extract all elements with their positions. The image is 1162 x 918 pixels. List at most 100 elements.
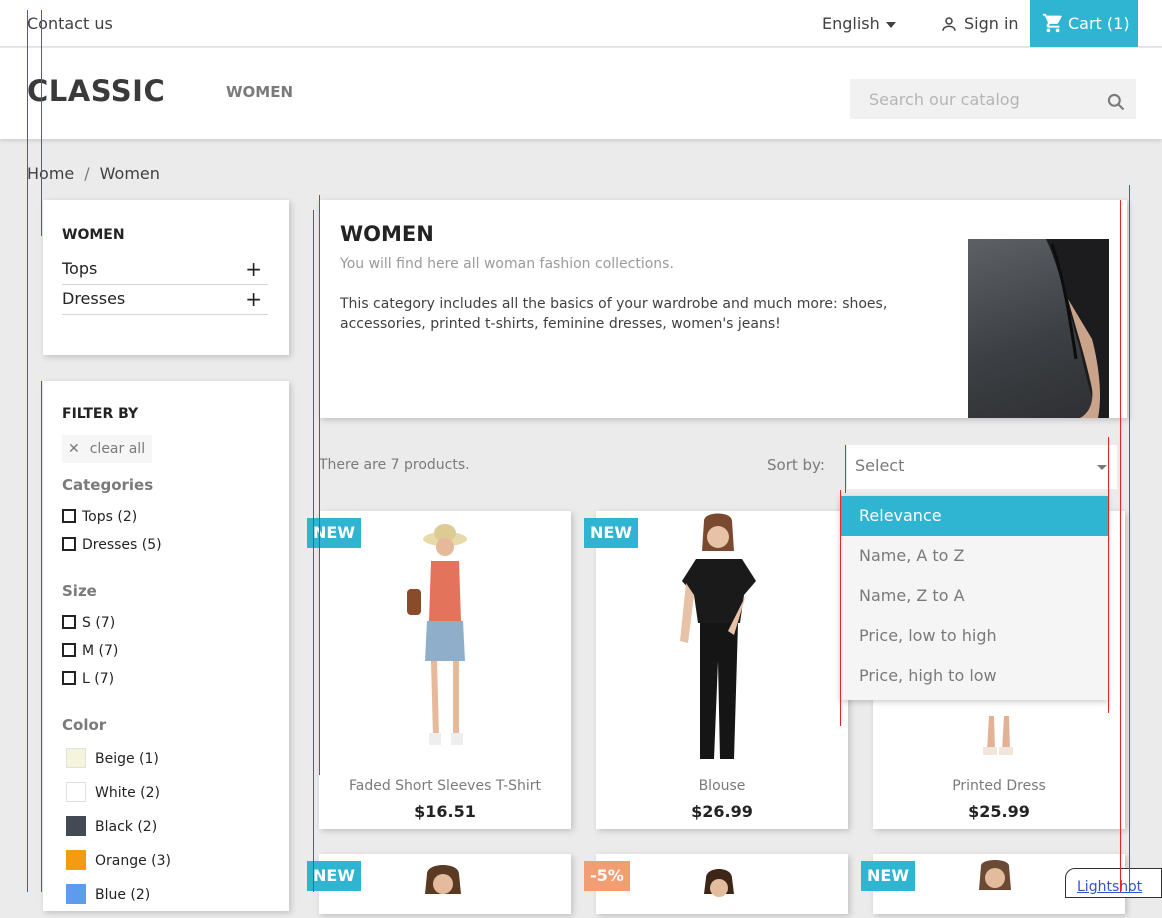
checkbox[interactable] — [62, 509, 76, 523]
guide-line — [313, 210, 314, 892]
breadcrumb-home[interactable]: Home — [27, 164, 74, 183]
category-cover-image — [968, 239, 1109, 418]
close-icon: ✕ — [68, 441, 80, 457]
product-card[interactable]: -5% — [584, 854, 848, 914]
facet-option-label: White (2) — [95, 785, 160, 801]
new-badge: NEW — [307, 518, 361, 548]
facet-option-label: M (7) — [82, 643, 119, 659]
facet-option-size-m[interactable]: M (7) — [62, 643, 118, 659]
language-label: English — [822, 14, 880, 33]
user-icon — [942, 17, 956, 31]
sort-select[interactable]: Select — [847, 445, 1117, 489]
product-price: $16.51 — [414, 802, 476, 821]
color-swatch[interactable] — [66, 884, 86, 904]
language-selector[interactable]: English — [822, 14, 896, 33]
product-card[interactable]: NEW — [307, 854, 571, 914]
category-item-label: Tops — [62, 259, 98, 278]
facet-option-label: L (7) — [82, 671, 115, 687]
facet-option-label: Beige (1) — [95, 751, 159, 767]
category-description: This category includes all the basics of… — [340, 296, 888, 332]
product-price: $25.99 — [968, 802, 1030, 821]
category-title: WOMEN — [340, 222, 434, 246]
checkbox[interactable] — [62, 671, 76, 685]
product-card[interactable]: NEW Faded Short Sleeves T-Shirt $16.51 — [307, 511, 571, 829]
color-swatch[interactable] — [66, 748, 86, 768]
breadcrumb-separator: / — [84, 164, 90, 183]
contact-us-link[interactable]: Contact us — [27, 14, 113, 33]
product-name[interactable]: Blouse — [596, 778, 848, 794]
clear-all-button[interactable]: ✕ clear all — [62, 435, 152, 463]
cart-icon — [1042, 13, 1062, 33]
facet-option-color-black[interactable]: Black (2) — [62, 816, 157, 836]
product-image[interactable] — [319, 511, 571, 759]
breadcrumb-women[interactable]: Women — [100, 164, 160, 183]
facet-option-label: Dresses (5) — [82, 537, 162, 553]
facet-option-color-beige[interactable]: Beige (1) — [62, 748, 159, 768]
facet-option-size-l[interactable]: L (7) — [62, 671, 114, 687]
category-subtitle: You will find here all woman fashion col… — [340, 256, 674, 272]
nav-women[interactable]: WOMEN — [226, 83, 293, 101]
product-image[interactable] — [596, 854, 848, 914]
sort-by-label: Sort by: — [767, 456, 825, 474]
new-badge: NEW — [584, 518, 638, 548]
guide-line — [41, 381, 42, 892]
facet-color-title: Color — [62, 716, 107, 734]
sort-dropdown: Relevance Name, A to Z Name, Z to A Pric… — [840, 496, 1108, 700]
guide-line — [845, 445, 846, 493]
checkbox[interactable] — [62, 643, 76, 657]
facet-option-color-white[interactable]: White (2) — [62, 782, 160, 802]
facet-option-label: Black (2) — [95, 819, 158, 835]
facet-option-color-blue[interactable]: Blue (2) — [62, 884, 150, 904]
new-badge: NEW — [307, 861, 361, 891]
checkbox[interactable] — [62, 615, 76, 629]
search-icon[interactable] — [1106, 92, 1126, 112]
product-count: There are 7 products. — [319, 457, 470, 473]
expand-plus-icon[interactable]: + — [245, 287, 262, 311]
filter-title: FILTER BY — [62, 406, 139, 422]
category-tree: WOMEN Tops + Dresses + — [43, 200, 289, 355]
facet-categories-title: Categories — [62, 476, 154, 494]
sort-option-price-desc[interactable]: Price, high to low — [840, 656, 1108, 696]
top-nav: Contact us English Sign in Cart (1) — [0, 0, 1162, 47]
sort-option-relevance[interactable]: Relevance — [840, 496, 1108, 536]
color-swatch[interactable] — [66, 782, 86, 802]
product-image[interactable] — [596, 511, 848, 759]
sign-in-link[interactable]: Sign in — [940, 14, 1019, 33]
chevron-down-icon — [885, 21, 896, 28]
sort-option-price-asc[interactable]: Price, low to high — [840, 616, 1108, 656]
facet-option-size-s[interactable]: S (7) — [62, 615, 115, 631]
lightshot-link[interactable]: Lightshot — [1065, 868, 1162, 898]
facet-option-label: S (7) — [82, 615, 116, 631]
sort-option-name-asc[interactable]: Name, A to Z — [840, 536, 1108, 576]
product-card[interactable]: NEW Blouse $26.99 — [584, 511, 848, 829]
color-swatch[interactable] — [66, 816, 86, 836]
clear-all-label: clear all — [89, 441, 146, 457]
facet-option-tops[interactable]: Tops (2) — [62, 509, 137, 525]
product-price: $26.99 — [691, 802, 753, 821]
category-item-tops[interactable]: Tops + — [62, 255, 268, 285]
new-badge: NEW — [861, 861, 915, 891]
facet-option-color-orange[interactable]: Orange (3) — [62, 850, 171, 870]
guide-line — [27, 10, 28, 892]
color-swatch[interactable] — [66, 850, 86, 870]
facet-option-label: Orange (3) — [95, 853, 172, 869]
facet-size-title: Size — [62, 582, 97, 600]
sort-select-value: Select — [855, 456, 905, 475]
site-header: CLASSIC WOMEN — [0, 48, 1162, 139]
site-logo[interactable]: CLASSIC — [27, 74, 165, 108]
category-item-label: Dresses — [62, 289, 126, 308]
facet-option-label: Blue (2) — [95, 887, 151, 903]
facet-filters: FILTER BY ✕ clear all Categories Tops (2)… — [43, 381, 289, 911]
guide-line — [1129, 185, 1130, 892]
product-name[interactable]: Faded Short Sleeves T-Shirt — [319, 778, 571, 794]
facet-option-label: Tops (2) — [82, 509, 138, 525]
expand-plus-icon[interactable]: + — [245, 257, 262, 281]
category-item-dresses[interactable]: Dresses + — [62, 285, 268, 315]
product-name[interactable]: Printed Dress — [873, 778, 1125, 794]
cart-button[interactable]: Cart (1) — [1030, 0, 1138, 47]
checkbox[interactable] — [62, 537, 76, 551]
search-input[interactable] — [850, 79, 1136, 119]
breadcrumb: Home / Women — [27, 164, 160, 183]
facet-option-dresses[interactable]: Dresses (5) — [62, 537, 162, 553]
sort-option-name-desc[interactable]: Name, Z to A — [840, 576, 1108, 616]
